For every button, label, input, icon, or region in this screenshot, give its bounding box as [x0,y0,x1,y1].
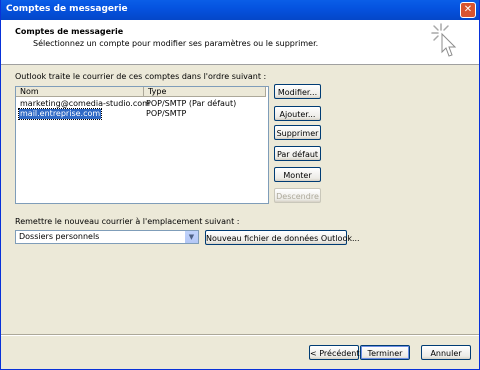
column-header-type[interactable]: Type [144,87,266,97]
new-data-file-button[interactable]: Nouveau fichier de données Outlook... [205,230,360,245]
sparkle-cursor-icon [431,23,457,57]
title-bar: Comptes de messagerie ✕ [1,0,479,20]
finish-button[interactable]: Terminer [360,345,410,360]
set-default-button[interactable]: Par défaut [274,146,321,161]
chevron-down-icon[interactable]: ▼ [184,231,198,243]
close-button[interactable]: ✕ [460,2,476,18]
window-title: Comptes de messagerie [6,4,128,14]
wizard-header: Comptes de messagerie Sélectionnez un co… [1,20,479,65]
move-up-button[interactable]: Monter [274,167,321,182]
column-header-name[interactable]: Nom [16,87,144,97]
footer-divider [1,334,479,336]
header-subtitle: Sélectionnez un compte pour modifier ses… [33,39,319,48]
account-name: marketing@comedia-studio.com [20,99,150,108]
delivery-location-select[interactable]: Dossiers personnels ▼ [15,230,199,244]
accounts-dialog: Comptes de messagerie ✕ Comptes de messa… [0,0,480,370]
accounts-label: Outlook traite le courrier de ces compte… [15,72,267,81]
add-button[interactable]: Ajouter... [274,106,321,121]
account-name: mail.entreprise.com [17,108,103,120]
account-type: POP/SMTP (Par défaut) [146,99,237,108]
cancel-button[interactable]: Annuler [421,345,471,360]
modify-button[interactable]: Modifier... [274,84,321,99]
account-row-selected[interactable]: mail.entreprise.com POP/SMTP [16,108,266,120]
close-icon: ✕ [463,4,473,15]
account-row[interactable]: marketing@comedia-studio.com POP/SMTP (P… [16,99,266,109]
header-title: Comptes de messagerie [15,27,124,36]
back-button[interactable]: < Précédent [309,345,360,360]
account-type: POP/SMTP [146,109,187,118]
accounts-list[interactable]: Nom Type marketing@comedia-studio.com PO… [15,86,269,204]
delivery-label: Remettre le nouveau courrier à l'emplace… [15,217,240,226]
delivery-location-value: Dossiers personnels [19,232,100,241]
move-down-button[interactable]: Descendre [274,188,321,203]
delete-button[interactable]: Supprimer [274,125,321,140]
